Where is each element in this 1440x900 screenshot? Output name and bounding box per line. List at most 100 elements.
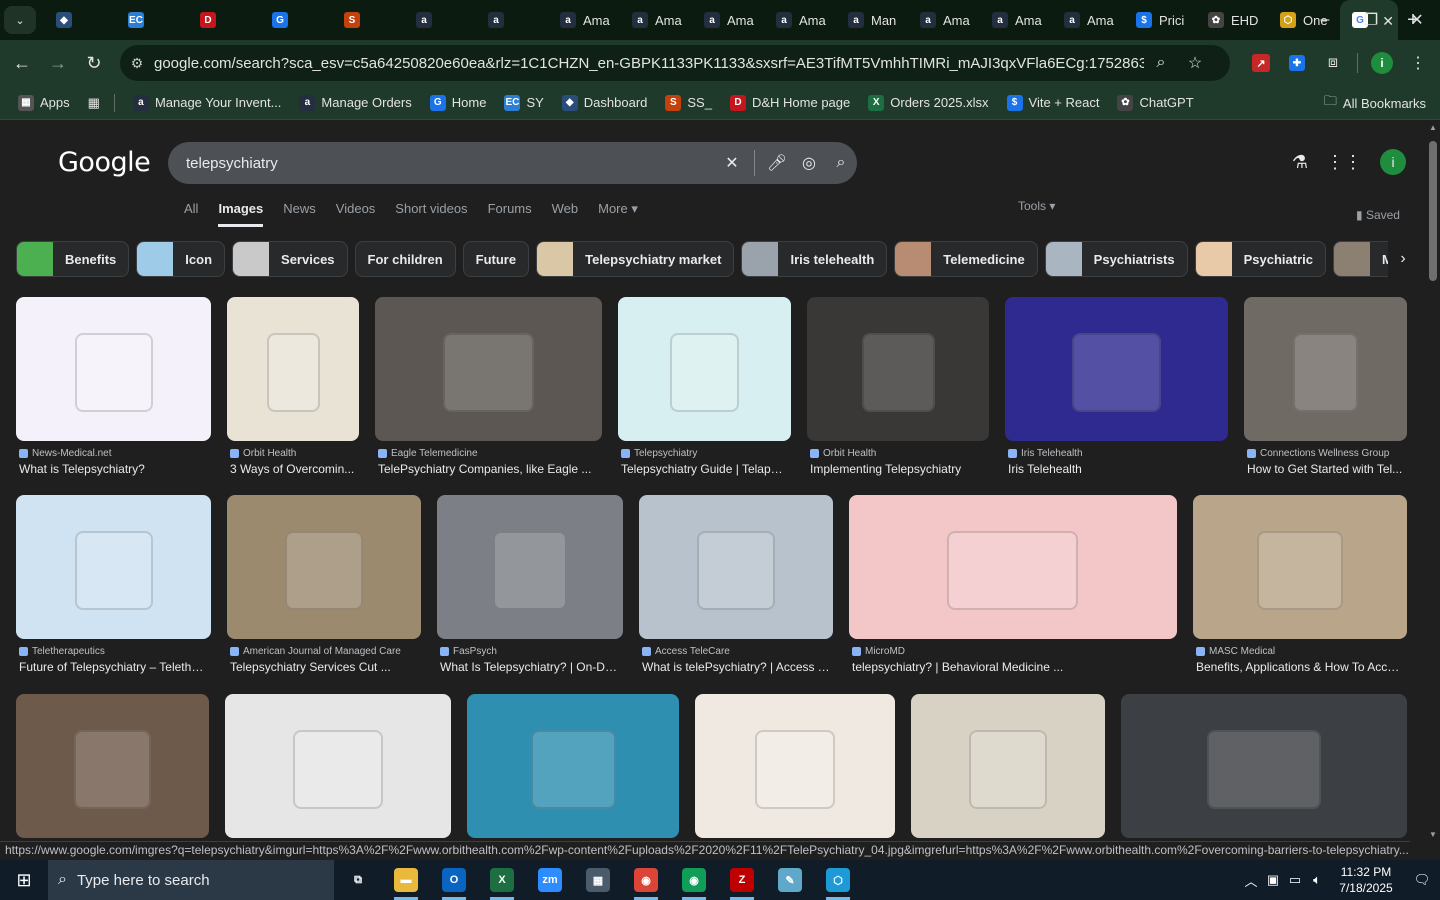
network-icon[interactable]: ▭: [1284, 872, 1306, 888]
taskbar-app[interactable]: ▦: [574, 860, 622, 900]
search-input[interactable]: telepsychiatry: [186, 155, 716, 172]
result-thumbnail[interactable]: [807, 297, 989, 441]
bookmark-item[interactable]: a Manage Orders: [299, 94, 412, 111]
image-result[interactable]: [911, 694, 1105, 841]
bookmark-item[interactable]: G Home: [429, 94, 486, 111]
image-result[interactable]: [225, 694, 451, 841]
clear-search-icon[interactable]: ✕: [716, 153, 748, 173]
result-title[interactable]: TelePsychiatry Companies, like Eagle ...: [378, 462, 599, 476]
browser-tab[interactable]: a Ama: [620, 0, 692, 40]
image-result[interactable]: Orbit Health 3 Ways of Overcomin...: [227, 297, 359, 491]
taskbar-app[interactable]: ⧉: [334, 860, 382, 900]
bookmark-item[interactable]: X Orders 2025.xlsx: [868, 94, 989, 111]
scroll-down-arrow[interactable]: ▼: [1426, 830, 1440, 839]
result-thumbnail[interactable]: [849, 495, 1177, 639]
result-thumbnail[interactable]: [1121, 694, 1407, 838]
extension-red-icon[interactable]: ↗: [1243, 45, 1279, 81]
image-result[interactable]: MASC Medical Benefits, Applications & How…: [1193, 495, 1407, 689]
result-thumbnail[interactable]: [911, 694, 1105, 838]
bookmark-item[interactable]: ✿ ChatGPT: [1117, 94, 1194, 111]
tab-images[interactable]: Images: [218, 201, 264, 227]
bookmark-item[interactable]: EC SY: [504, 94, 544, 111]
image-result[interactable]: Connections Wellness Group How to Get Sta…: [1244, 297, 1407, 491]
bookmark-item[interactable]: ▦ Apps: [18, 94, 70, 111]
result-title[interactable]: What is telePsychiatry? | Access T...: [642, 660, 830, 674]
lens-camera-icon[interactable]: ◎: [793, 153, 825, 173]
taskbar-app[interactable]: ✎: [766, 860, 814, 900]
taskbar-app[interactable]: X: [478, 860, 526, 900]
result-title[interactable]: Future of Telepsychiatry – Telether...: [19, 660, 208, 674]
result-thumbnail[interactable]: [1193, 495, 1407, 639]
image-result[interactable]: [695, 694, 895, 841]
result-thumbnail[interactable]: [437, 495, 623, 639]
tools-button[interactable]: Tools ▾: [1018, 199, 1055, 213]
image-result[interactable]: FasPsych What Is Telepsychiatry? | On-De.…: [437, 495, 623, 689]
bookmark-item[interactable]: a Manage Your Invent...: [132, 94, 281, 111]
search-icon[interactable]: ⌕: [825, 154, 857, 172]
bookmark-item[interactable]: D D&H Home page: [729, 94, 850, 111]
saved-link[interactable]: ▮ Saved: [1356, 208, 1400, 222]
browser-tab[interactable]: G: [260, 0, 332, 40]
image-result[interactable]: [16, 694, 209, 841]
tab-videos[interactable]: Videos: [336, 201, 376, 227]
forward-button[interactable]: →: [40, 45, 76, 81]
bookmark-item[interactable]: ◆ Dashboard: [561, 94, 647, 111]
all-bookmarks-button[interactable]: 🗀 All Bookmarks: [1324, 86, 1426, 120]
browser-tab[interactable]: $ Prici: [1124, 0, 1196, 40]
taskbar-app[interactable]: zm: [526, 860, 574, 900]
bookmark-star-icon[interactable]: ☆: [1178, 53, 1212, 73]
result-title[interactable]: What is Telepsychiatry?: [19, 462, 208, 476]
browser-tab[interactable]: a Ama: [692, 0, 764, 40]
result-title[interactable]: What Is Telepsychiatry? | On-De...: [440, 660, 620, 674]
tab-news[interactable]: News: [283, 201, 316, 227]
browser-tab[interactable]: ✿ EHD: [1196, 0, 1268, 40]
taskbar-app[interactable]: ◉: [670, 860, 718, 900]
zoom-icon[interactable]: ⌕: [1144, 54, 1178, 72]
browser-tab[interactable]: EC: [116, 0, 188, 40]
chip-psychiatrists[interactable]: Psychiatrists: [1044, 241, 1188, 277]
chip-services[interactable]: Services: [232, 241, 348, 277]
chip-telemedicine[interactable]: Telemedicine: [894, 241, 1038, 277]
chip-benefits[interactable]: Benefits: [16, 241, 130, 277]
taskbar-app[interactable]: ▬: [382, 860, 430, 900]
account-avatar[interactable]: i: [1380, 149, 1406, 175]
profile-avatar[interactable]: i: [1364, 45, 1400, 81]
chip-icon[interactable]: Icon: [136, 241, 226, 277]
result-title[interactable]: Benefits, Applications & How To Acces...: [1196, 660, 1404, 674]
result-title[interactable]: Iris Telehealth: [1008, 462, 1225, 476]
bookmark-item[interactable]: S SS_: [665, 94, 712, 111]
browser-tab[interactable]: S: [332, 0, 404, 40]
tab-forums[interactable]: Forums: [488, 201, 532, 227]
taskbar-search[interactable]: ⌕ Type here to search: [48, 860, 334, 900]
scroll-up-arrow[interactable]: ▲: [1426, 123, 1440, 132]
microphone-icon[interactable]: 🎤︎: [761, 153, 793, 173]
tab-short-videos[interactable]: Short videos: [395, 201, 467, 227]
tab-all[interactable]: All: [184, 201, 198, 227]
tab-search-button[interactable]: ⌄: [4, 6, 36, 34]
volume-icon[interactable]: 🔈︎: [1306, 872, 1328, 888]
result-thumbnail[interactable]: [467, 694, 679, 838]
browser-tab[interactable]: a Ama: [980, 0, 1052, 40]
notifications-icon[interactable]: 🗨︎: [1404, 872, 1440, 888]
taskbar-app[interactable]: ◉: [622, 860, 670, 900]
browser-tab[interactable]: D: [188, 0, 260, 40]
result-thumbnail[interactable]: [16, 694, 209, 838]
result-thumbnail[interactable]: [227, 495, 421, 639]
result-title[interactable]: How to Get Started with Tel...: [1247, 462, 1404, 476]
extension-blue-icon[interactable]: ✚: [1279, 45, 1315, 81]
taskbar-app[interactable]: O: [430, 860, 478, 900]
apps-grid-icon[interactable]: ▦: [88, 95, 100, 111]
reload-button[interactable]: ↻: [76, 45, 112, 81]
result-title[interactable]: Telepsychiatry Services Cut ...: [230, 660, 418, 674]
extensions-puzzle-icon[interactable]: ⧈: [1315, 45, 1351, 81]
maximize-button[interactable]: ❐: [1348, 0, 1394, 40]
result-title[interactable]: telepsychiatry? | Behavioral Medicine ..…: [852, 660, 1174, 674]
browser-tab[interactable]: a Ama: [764, 0, 836, 40]
browser-tab[interactable]: a Ama: [908, 0, 980, 40]
chip-psychiatric[interactable]: Psychiatric: [1194, 241, 1326, 277]
chips-next-button[interactable]: ›: [1388, 241, 1418, 277]
chevron-up-icon[interactable]: ︿: [1240, 871, 1262, 890]
browser-tab[interactable]: a Ama: [548, 0, 620, 40]
address-bar[interactable]: ⚙ google.com/search?sca_esv=c5a64250820e…: [120, 45, 1230, 81]
image-result[interactable]: American Journal of Managed Care Telepsyc…: [227, 495, 421, 689]
